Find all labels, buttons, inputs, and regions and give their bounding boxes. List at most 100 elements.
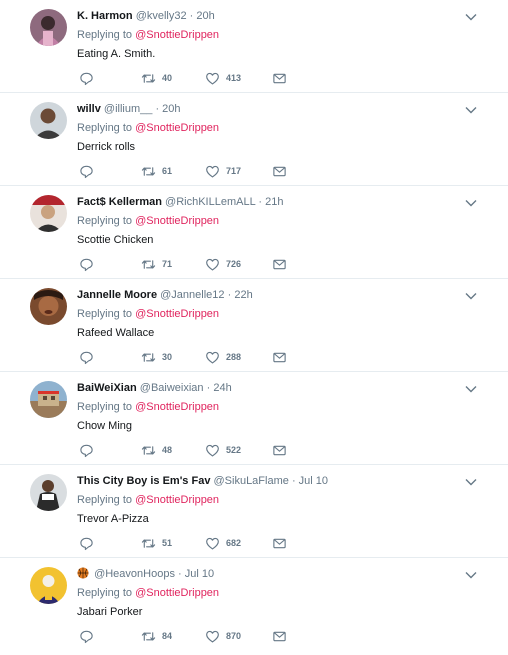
envelope-icon [273,259,286,269]
like-count: 717 [226,166,242,176]
avatar[interactable] [30,567,67,604]
tweet-actions: 61 717 [77,163,297,179]
retweet-count: 84 [162,631,173,641]
chevron-down-icon[interactable] [464,289,478,303]
retweet-icon [141,166,156,176]
avatar[interactable] [30,9,67,46]
display-name[interactable]: This City Boy is Em's Fav [77,475,210,487]
mention-link[interactable]: @SnottieDrippen [135,308,219,320]
like-button[interactable]: 717 [205,163,241,179]
like-button[interactable]: 288 [205,349,241,365]
user-handle[interactable]: @kvelly32 [136,10,187,22]
reply-button[interactable] [79,256,94,272]
reply-button[interactable] [79,349,94,365]
avatar[interactable] [30,195,67,232]
avatar[interactable] [30,474,67,511]
separator-dot: · [227,289,232,301]
display-name[interactable]: BaiWeiXian [77,382,137,394]
user-handle[interactable]: @SikuLaFlame [214,475,289,487]
timestamp[interactable]: 20h [162,103,180,115]
like-button[interactable]: 726 [205,256,241,272]
mention-link[interactable]: @SnottieDrippen [135,29,219,41]
direct-message-button[interactable] [272,628,287,644]
tweet[interactable]: K. Harmon @kvelly32 · 20h Replying to @S… [0,0,508,93]
mention-link[interactable]: @SnottieDrippen [135,401,219,413]
chevron-down-icon[interactable] [464,475,478,489]
tweet[interactable]: willv @illium__ · 20h Replying to @Snott… [0,93,508,186]
retweet-count: 48 [162,445,173,455]
retweet-button[interactable]: 71 [141,256,172,272]
timestamp[interactable]: 20h [196,10,214,22]
timestamp[interactable]: Jul 10 [299,475,328,487]
retweet-count: 40 [162,73,173,83]
timestamp[interactable]: 21h [265,196,283,208]
chevron-down-icon[interactable] [464,196,478,210]
display-name[interactable]: K. Harmon [77,10,133,22]
replying-to-label: Replying to [77,401,133,413]
reply-button[interactable] [79,628,94,644]
chevron-down-icon[interactable] [464,10,478,24]
direct-message-button[interactable] [272,70,287,86]
like-button[interactable]: 522 [205,442,241,458]
retweet-button[interactable]: 40 [141,70,172,86]
mention-link[interactable]: @SnottieDrippen [135,494,219,506]
direct-message-button[interactable] [272,256,287,272]
user-handle[interactable]: @Jannelle12 [160,289,224,301]
tweet[interactable]: BaiWeiXian @Baiweixian · 24h Replying to… [0,372,508,465]
chevron-down-icon[interactable] [464,382,478,396]
direct-message-button[interactable] [272,535,287,551]
retweet-button[interactable]: 61 [141,163,172,179]
timestamp[interactable]: 22h [234,289,252,301]
user-handle[interactable]: @HeavonHoops [94,568,175,580]
timestamp[interactable]: Jul 10 [185,568,214,580]
tweet-header: @HeavonHoops · Jul 10 [77,567,214,581]
chevron-down-icon[interactable] [464,103,478,117]
heart-icon [206,72,219,84]
retweet-button[interactable]: 30 [141,349,172,365]
display-name[interactable]: Fact$ Kellerman [77,196,162,208]
tweet-header: K. Harmon @kvelly32 · 20h [77,9,215,23]
tweet[interactable]: Jannelle Moore @Jannelle12 · 22h Replyin… [0,279,508,372]
like-button[interactable]: 870 [205,628,241,644]
replying-to: Replying to @SnottieDrippen [77,307,219,321]
envelope-icon [273,73,286,83]
tweet[interactable]: @HeavonHoops · Jul 10 Replying to @Snott… [0,558,508,651]
direct-message-button[interactable] [272,349,287,365]
like-count: 870 [226,631,242,641]
mention-link[interactable]: @SnottieDrippen [135,215,219,227]
reply-button[interactable] [79,535,94,551]
user-handle[interactable]: @illium__ [104,103,152,115]
like-button[interactable]: 682 [205,535,241,551]
tweet[interactable]: Fact$ Kellerman @RichKILLemALL · 21h Rep… [0,186,508,279]
direct-message-button[interactable] [272,442,287,458]
display-name[interactable]: willv [77,103,101,115]
direct-message-button[interactable] [272,163,287,179]
replying-to: Replying to @SnottieDrippen [77,121,219,135]
retweet-button[interactable]: 84 [141,628,172,644]
reply-button[interactable] [79,70,94,86]
envelope-icon [273,445,286,455]
avatar[interactable] [30,381,67,418]
tweet-actions: 48 522 [77,442,297,458]
reply-button[interactable] [79,442,94,458]
display-name[interactable]: Jannelle Moore [77,289,157,301]
retweet-count: 71 [162,259,173,269]
user-handle[interactable]: @Baiweixian [140,382,204,394]
mention-link[interactable]: @SnottieDrippen [135,587,219,599]
avatar[interactable] [30,288,67,325]
reply-icon [80,165,93,178]
timestamp[interactable]: 24h [213,382,231,394]
replying-to-label: Replying to [77,29,133,41]
retweet-button[interactable]: 51 [141,535,172,551]
replying-to: Replying to @SnottieDrippen [77,493,219,507]
avatar[interactable] [30,102,67,139]
like-button[interactable]: 413 [205,70,241,86]
tweet[interactable]: This City Boy is Em's Fav @SikuLaFlame ·… [0,465,508,558]
chevron-down-icon[interactable] [464,568,478,582]
mention-link[interactable]: @SnottieDrippen [135,122,219,134]
reply-button[interactable] [79,163,94,179]
heart-icon [206,630,219,642]
retweet-button[interactable]: 48 [141,442,172,458]
replying-to: Replying to @SnottieDrippen [77,214,219,228]
user-handle[interactable]: @RichKILLemALL [165,196,255,208]
